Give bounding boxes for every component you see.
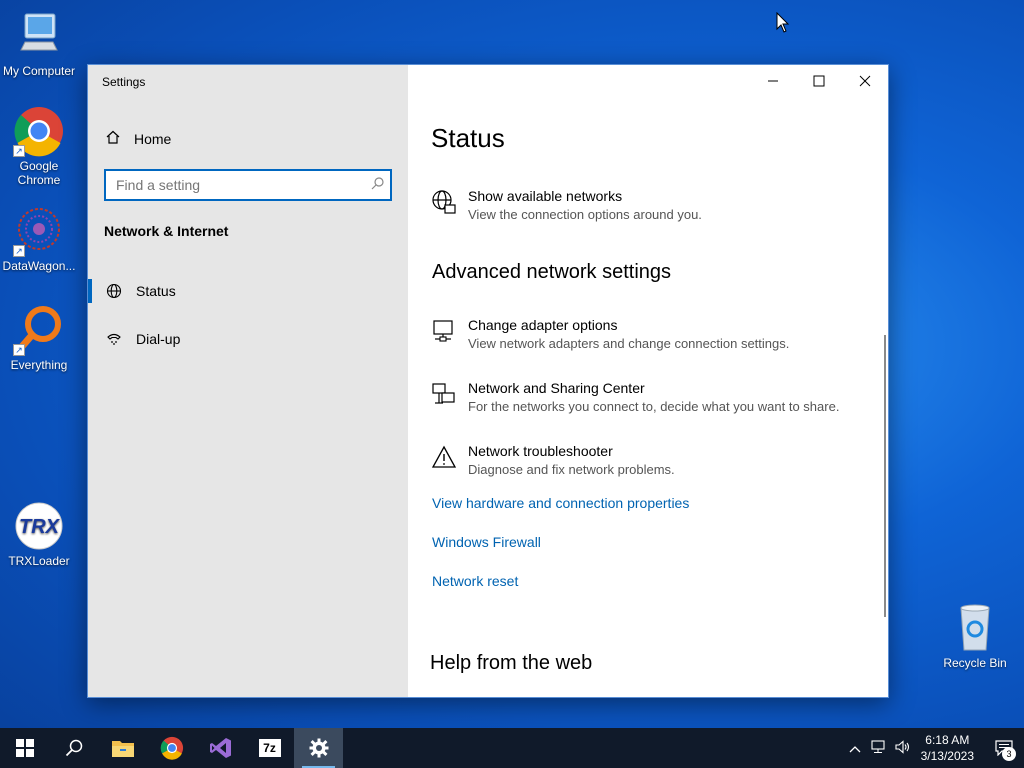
taskbar-visual-studio[interactable]: [196, 728, 245, 768]
network-globe-icon: [431, 189, 457, 215]
setting-description: View the connection options around you.: [468, 207, 702, 222]
setting-title: Show available networks: [468, 188, 623, 204]
search-icon: [65, 739, 82, 757]
taskbar-file-explorer[interactable]: [98, 728, 147, 768]
everything-search-icon: ↗: [13, 304, 65, 356]
start-icon: [15, 739, 34, 757]
nav-home[interactable]: Home: [104, 129, 171, 148]
start-button[interactable]: [0, 728, 49, 768]
sidebar-item-dial-up[interactable]: Dial-up: [88, 321, 408, 357]
clock[interactable]: 6:18 AM 3/13/2023: [921, 732, 974, 764]
chrome-icon: [160, 736, 183, 760]
setting-description: Diagnose and fix network problems.: [468, 462, 675, 477]
sidebar-item-label: Status: [136, 283, 176, 299]
trx-logo-text: TRX: [19, 516, 61, 538]
search-icon[interactable]: [364, 177, 390, 193]
setting-title: Network and Sharing Center: [468, 380, 645, 396]
scrollbar[interactable]: [884, 335, 886, 617]
link-network-reset[interactable]: Network reset: [432, 573, 518, 589]
desktop-icon-label: Everything: [10, 358, 68, 372]
settings-sidebar: Settings Home Network & Internet Status: [88, 65, 408, 697]
help-heading: Help from the web: [430, 652, 593, 674]
sidebar-item-label: Dial-up: [136, 331, 181, 347]
action-center-button[interactable]: 3: [984, 728, 1024, 768]
clock-date: 3/13/2023: [920, 749, 974, 763]
volume-icon[interactable]: [891, 739, 915, 757]
setting-description: View network adapters and change connect…: [468, 336, 790, 351]
7zip-icon: 7z: [258, 739, 281, 757]
desktop-icon-label: Google Chrome: [17, 159, 61, 187]
notification-badge: 3: [1002, 747, 1016, 761]
recycle-bin-icon: [949, 602, 1001, 654]
home-icon: [104, 129, 122, 148]
globe-icon: [104, 283, 124, 299]
setting-description: For the networks you connect to, decide …: [468, 399, 840, 414]
sharing-center-icon: [431, 381, 457, 407]
link-windows-firewall[interactable]: Windows Firewall: [432, 534, 541, 550]
settings-content: Status Show available networks View the …: [408, 65, 888, 697]
network-tray-icon[interactable]: [867, 739, 891, 757]
section-label: Network & Internet: [104, 223, 229, 239]
file-explorer-icon: [111, 741, 134, 757]
dialup-icon: [104, 331, 124, 347]
desktop-icon-label: Recycle Bin: [943, 656, 1007, 670]
show-available-networks[interactable]: Show available networks View the connect…: [431, 187, 702, 224]
desktop-icon-recycle-bin[interactable]: Recycle Bin: [936, 602, 1014, 670]
desktop-icon-google-chrome[interactable]: ↗ Google Chrome: [0, 105, 78, 187]
close-button[interactable]: [842, 65, 888, 97]
search-input[interactable]: [106, 171, 364, 199]
minimize-icon: [768, 80, 778, 82]
window-title: Settings: [102, 75, 146, 89]
desktop-icon-label: TRXLoader: [8, 554, 70, 568]
nav-home-label: Home: [134, 130, 172, 147]
change-adapter-options[interactable]: Change adapter options View network adap…: [431, 316, 789, 353]
settings-gear-icon: [309, 738, 328, 758]
desktop-icon-my-computer[interactable]: My Computer: [0, 10, 78, 78]
desktop-icon-everything[interactable]: ↗ Everything: [0, 304, 78, 372]
chevron-up-icon[interactable]: [843, 741, 867, 756]
advanced-settings-heading: Advanced network settings: [432, 261, 672, 283]
trxloader-icon: TRX: [13, 500, 65, 552]
minimize-button[interactable]: [750, 65, 796, 97]
find-setting-search: [104, 169, 392, 201]
visual-studio-icon: [209, 738, 231, 758]
mouse-cursor-icon: [776, 11, 790, 39]
link-hardware-properties[interactable]: View hardware and connection properties: [432, 495, 689, 511]
computer-icon: [13, 10, 65, 62]
setting-title: Network troubleshooter: [468, 443, 613, 459]
taskbar-settings[interactable]: [294, 728, 343, 768]
taskbar-7zip[interactable]: 7z: [245, 728, 294, 768]
adapter-icon: [431, 318, 457, 344]
datawagon-icon: ↗: [13, 205, 65, 257]
taskbar-search-button[interactable]: [49, 728, 98, 768]
network-sharing-center[interactable]: Network and Sharing Center For the netwo…: [431, 379, 839, 416]
settings-window: Settings Home Network & Internet Status: [87, 64, 889, 698]
setting-title: Change adapter options: [468, 317, 618, 333]
maximize-button[interactable]: [796, 65, 842, 97]
desktop-icon-trxloader[interactable]: TRX TRXLoader: [0, 500, 78, 568]
desktop-icon-label: DataWagon...: [2, 259, 76, 273]
taskbar-chrome[interactable]: [147, 728, 196, 768]
desktop-icon-label: My Computer: [2, 64, 76, 78]
clock-time: 6:18 AM: [925, 733, 970, 747]
maximize-icon: [813, 75, 825, 87]
desktop-icon-datawagon[interactable]: ↗ DataWagon...: [0, 205, 78, 273]
warning-icon: [431, 444, 457, 470]
chrome-icon: ↗: [13, 105, 65, 157]
network-troubleshooter[interactable]: Network troubleshooter Diagnose and fix …: [431, 442, 675, 479]
sidebar-item-status[interactable]: Status: [88, 273, 408, 309]
page-title: Status: [431, 123, 505, 153]
taskbar: 7z 6:18 AM 3/13/2023 3: [0, 728, 1024, 768]
system-tray: 6:18 AM 3/13/2023 3: [843, 728, 1024, 768]
close-icon: [859, 75, 871, 87]
